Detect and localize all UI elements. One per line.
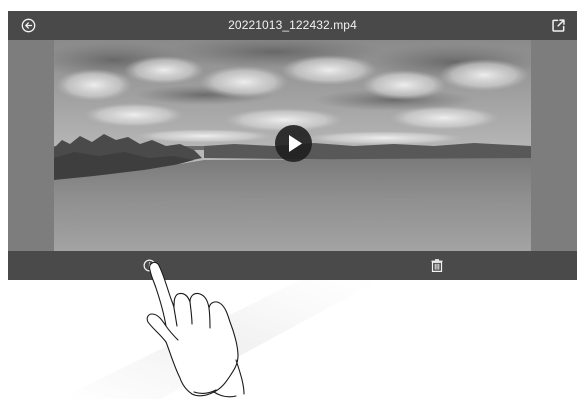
trash-icon[interactable] — [431, 259, 443, 272]
bottom-toolbar — [8, 251, 577, 280]
video-viewer: 20221013_122432.mp4 — [8, 11, 577, 280]
open-external-icon[interactable] — [551, 18, 566, 33]
play-button[interactable] — [275, 125, 312, 162]
tap-hand-pointer-icon — [146, 261, 245, 398]
screen: 20221013_122432.mp4 — [0, 0, 577, 399]
left-letterbox — [8, 40, 54, 251]
right-letterbox — [531, 40, 577, 251]
file-name-title: 20221013_122432.mp4 — [228, 18, 357, 32]
top-toolbar: 20221013_122432.mp4 — [8, 11, 577, 40]
